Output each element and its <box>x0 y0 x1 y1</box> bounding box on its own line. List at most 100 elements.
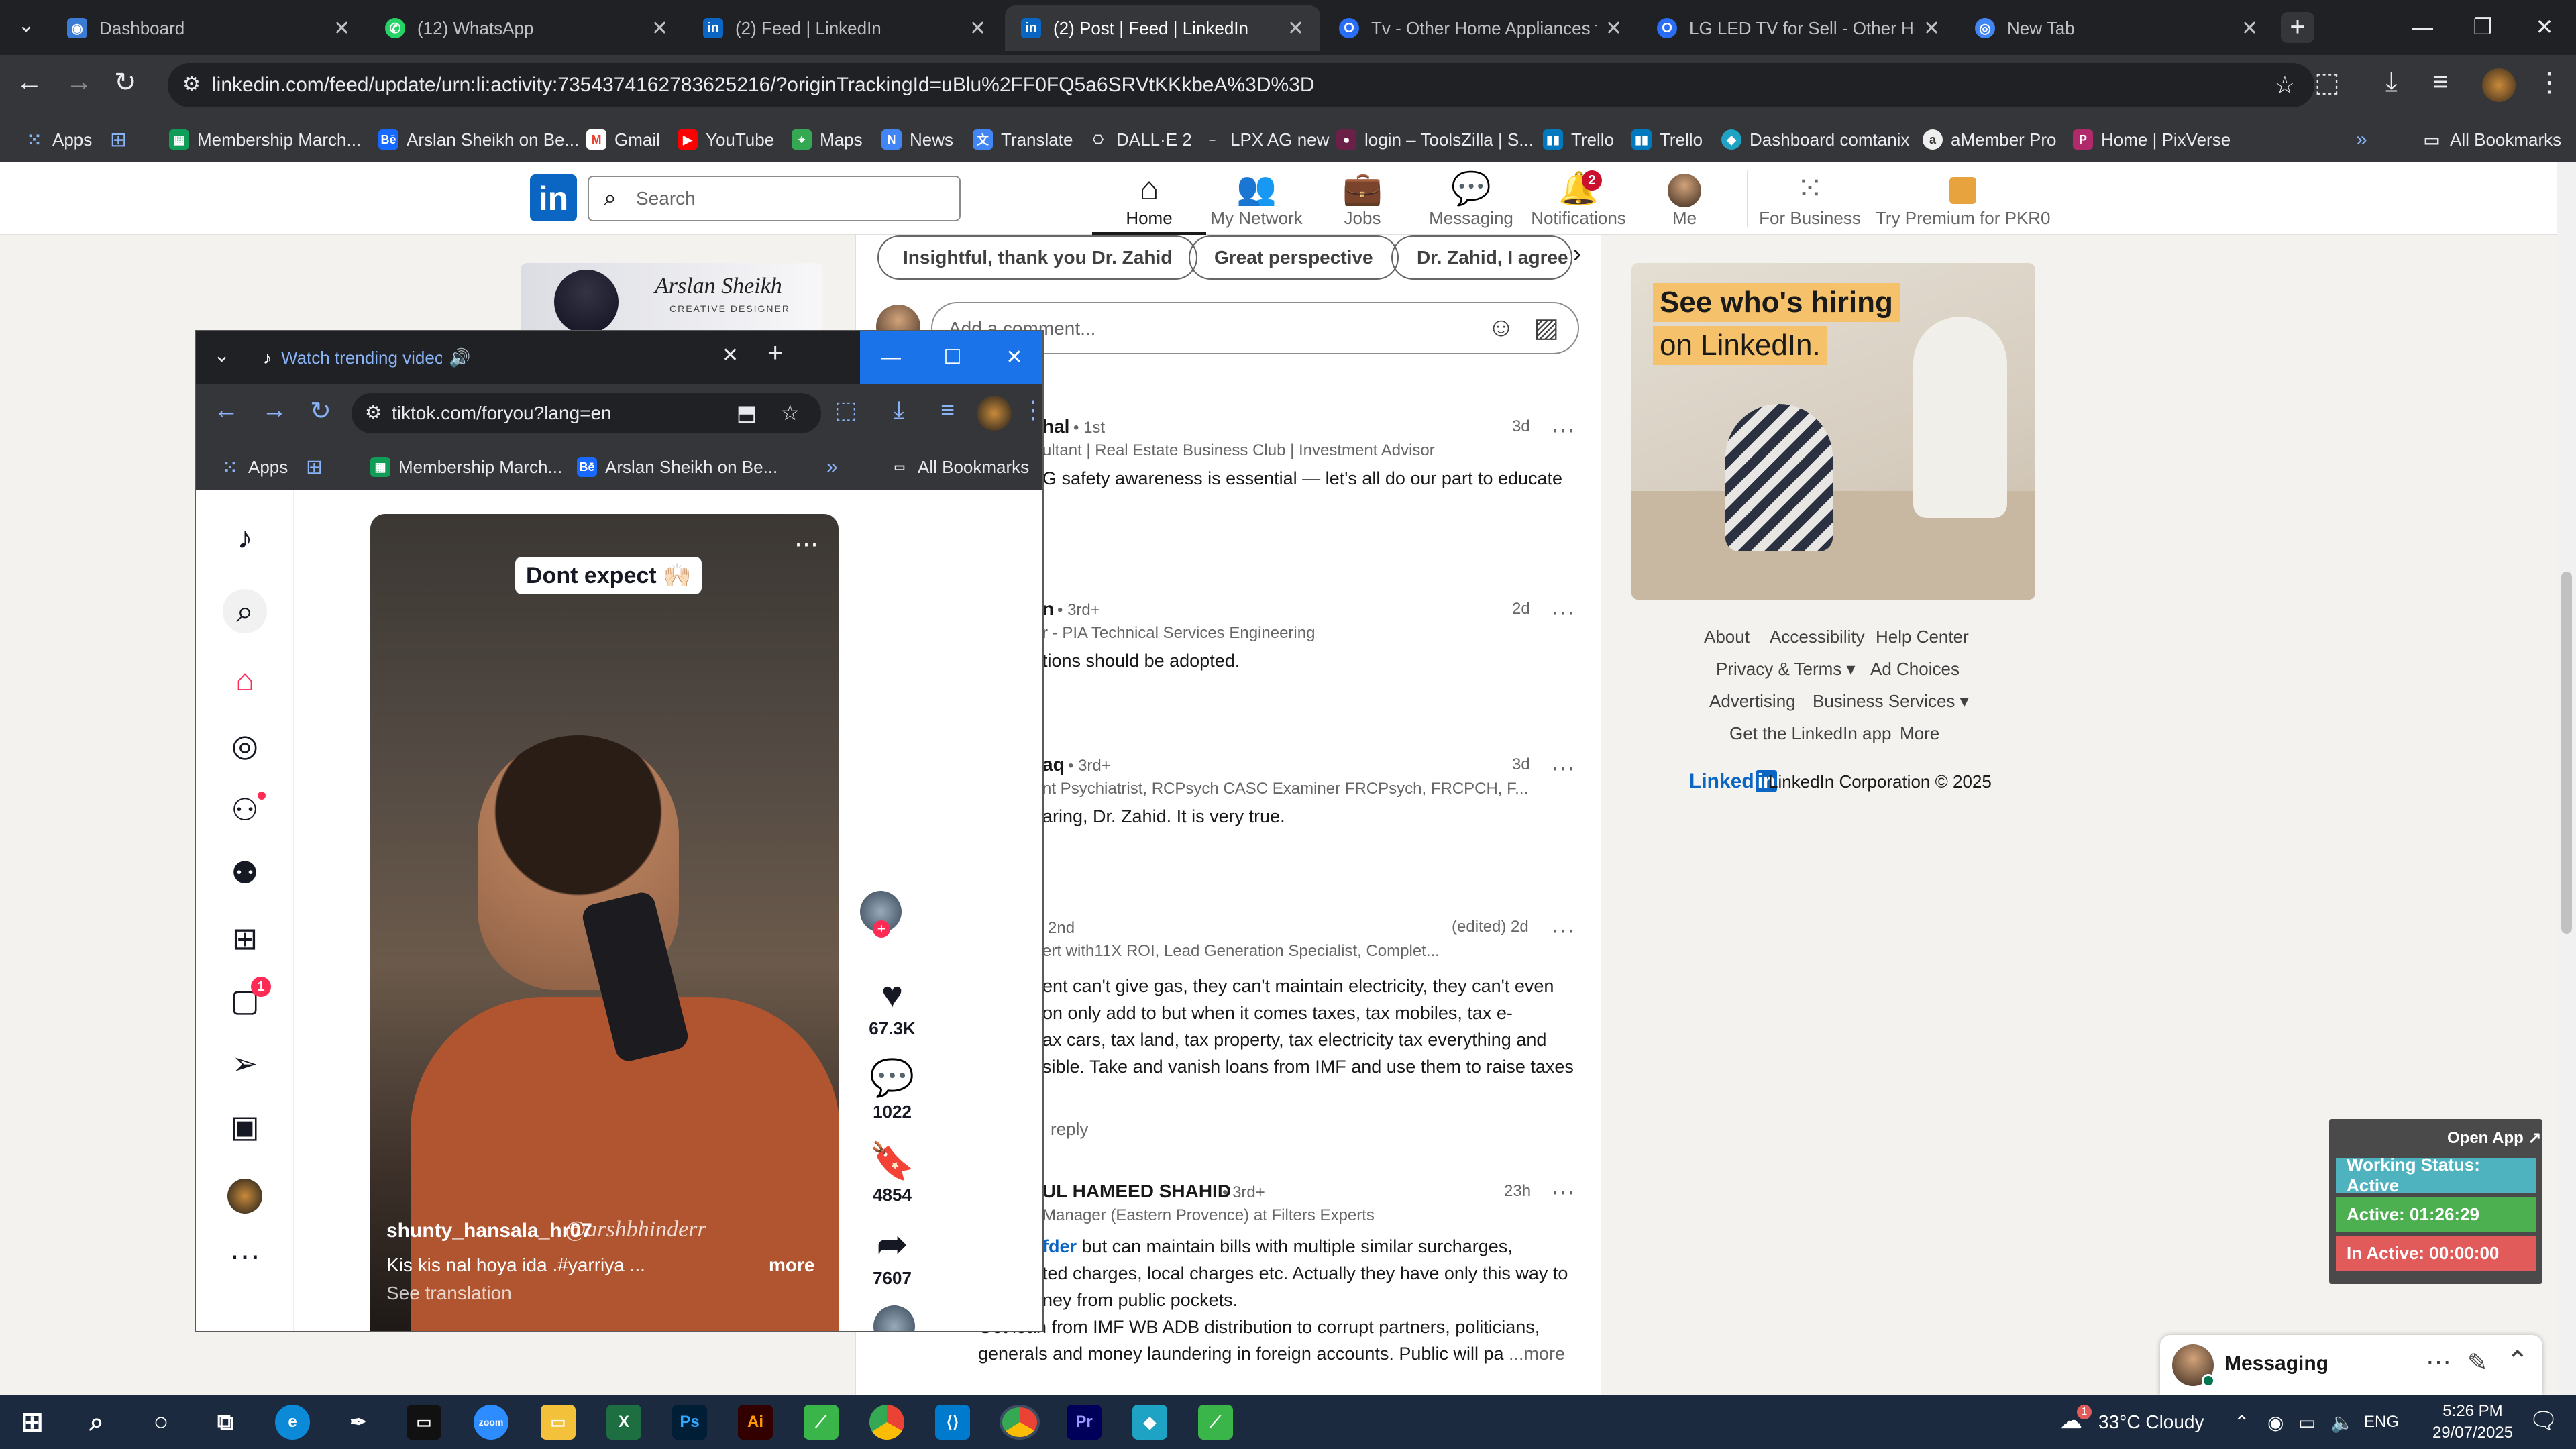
close-icon[interactable]: ✕ <box>2241 17 2258 40</box>
commenter-name[interactable]: UL HAMEED SHAHID <box>1042 1181 1231 1202</box>
nav-try-premium[interactable]: Try Premium for PKR0 <box>1876 170 2051 229</box>
maximize-button[interactable]: ☐ <box>922 331 983 384</box>
footer-link[interactable]: Get the LinkedIn app <box>1729 723 1891 744</box>
more-options-icon[interactable]: ⋯ <box>1551 598 1575 627</box>
bookmark-behance[interactable]: Bē Arslan Sheikh on Be... <box>378 127 579 152</box>
more-options-icon[interactable]: ⋯ <box>1551 416 1575 444</box>
clock[interactable]: 5:26 PM 29/07/2025 <box>2427 1401 2518 1444</box>
bookmark-behance[interactable]: Bē Arslan Sheikh on Be... <box>577 455 777 479</box>
tiktok-window[interactable]: ⌄ ♪ Watch trending videos for y 🔊 ✕ + — … <box>195 330 1044 1332</box>
media-icon[interactable]: ≡ <box>941 396 955 424</box>
linkedin-logo[interactable]: in <box>530 174 577 221</box>
upload-icon[interactable]: ⊞ <box>223 916 267 961</box>
notifications-icon[interactable]: 🗨 <box>2529 1407 2558 1434</box>
photoshop-icon[interactable]: Ps <box>672 1405 707 1440</box>
tray-chevron-icon[interactable]: ⌃ <box>2234 1411 2249 1434</box>
file-explorer-icon[interactable]: ▭ <box>541 1405 576 1440</box>
meet-icon[interactable]: ◉ <box>2267 1411 2284 1434</box>
profile-card[interactable]: Arslan Sheikh CREATIVE DESIGNER <box>521 263 822 337</box>
footer-link[interactable]: About <box>1704 627 1750 647</box>
chevron-down-icon[interactable]: ⌄ <box>213 343 230 367</box>
bookmark-star-icon[interactable]: ☆ <box>2274 71 2296 99</box>
new-tab-button[interactable]: + <box>2281 12 2314 43</box>
back-icon[interactable]: ← <box>16 67 43 97</box>
nav-messaging[interactable]: 💬 Messaging <box>1414 170 1528 229</box>
minimize-button[interactable]: — <box>860 331 922 384</box>
language-indicator[interactable]: ENG <box>2364 1413 2399 1432</box>
audio-icon[interactable]: 🔊 <box>449 347 470 368</box>
mention-link[interactable]: fder <box>1042 1236 1077 1256</box>
all-bookmarks[interactable]: ▭ All Bookmarks <box>2422 127 2561 152</box>
install-icon[interactable]: ⬒ <box>737 400 757 425</box>
weather-text[interactable]: 33°C Cloudy <box>2098 1411 2204 1433</box>
tab-dashboard[interactable]: ◉ Dashboard ✕ <box>51 5 366 51</box>
close-window-button[interactable]: ✕ <box>2513 0 2576 55</box>
scrollbar-thumb[interactable] <box>2561 572 2572 934</box>
search-input[interactable]: ⌕ Search <box>588 176 961 221</box>
greenapp-icon[interactable]: ⟋ <box>1198 1405 1233 1440</box>
suggestion-chip[interactable]: Great perspective <box>1189 235 1399 280</box>
nav-notifications[interactable]: 🔔 Notifications 2 <box>1521 170 1635 229</box>
home-icon[interactable]: ⌂ <box>223 657 267 702</box>
windows-start-icon[interactable]: ⊞ <box>15 1405 50 1440</box>
bookmark-gmail[interactable]: M Gmail <box>586 127 660 152</box>
tab-olx-tv[interactable]: O Tv - Other Home Appliances for ✕ <box>1323 5 1638 51</box>
bookmark-youtube[interactable]: ▶ YouTube <box>678 127 774 152</box>
greenapp-icon[interactable]: ⟋ <box>804 1405 839 1440</box>
vscode-icon[interactable]: ⟨⟩ <box>935 1405 970 1440</box>
footer-link[interactable]: Business Services ▾ <box>1813 691 1969 712</box>
image-icon[interactable]: ▨ <box>1534 313 1559 343</box>
like-button[interactable]: ♥ 67.3K <box>852 971 932 1039</box>
more-options-icon[interactable]: ⋯ <box>2426 1347 2451 1377</box>
bookmark-membership[interactable]: ▦ Membership March... <box>370 455 562 479</box>
profile-avatar[interactable] <box>223 1171 267 1216</box>
pen-icon[interactable]: ✒ <box>341 1405 376 1440</box>
app-icon[interactable]: ◆ <box>1132 1405 1167 1440</box>
minimize-button[interactable]: — <box>2392 0 2453 55</box>
downloads-icon[interactable]: ⤓ <box>894 396 904 425</box>
bookmark-amember[interactable]: a aMember Pro <box>1923 127 2057 152</box>
tiktok-tab[interactable]: ♪ Watch trending videos for y 🔊 <box>254 331 482 384</box>
bookmark-trello-2[interactable]: ▮▮ Trello <box>1631 127 1703 152</box>
bookmarks-overflow-icon[interactable]: » <box>2356 127 2367 152</box>
save-button[interactable]: 🔖 4854 <box>852 1138 932 1205</box>
bookmark-lpx[interactable]: – LPX AG new <box>1202 127 1329 152</box>
address-bar[interactable]: ⚙ linkedin.com/feed/update/urn:li:activi… <box>168 63 2314 107</box>
cortana-icon[interactable]: ○ <box>144 1405 178 1440</box>
bookmark-dalle[interactable]: ⎔ DALL·E 2 <box>1088 127 1192 152</box>
friends-icon[interactable]: ⚉ <box>223 851 267 895</box>
tab-groups-icon[interactable]: ⊞ <box>306 455 323 479</box>
tab-groups-icon[interactable]: ⊞ <box>110 127 127 152</box>
back-icon[interactable]: ← <box>213 396 239 425</box>
close-icon[interactable]: ✕ <box>1287 17 1304 40</box>
nav-for-business[interactable]: ⁙ For Business <box>1748 170 1872 229</box>
reload-icon[interactable]: ↻ <box>310 396 331 426</box>
profile-avatar[interactable] <box>2482 68 2516 102</box>
downloads-icon[interactable]: ⤓ <box>2385 67 2398 97</box>
terminal-icon[interactable]: ▭ <box>407 1405 441 1440</box>
nav-me[interactable]: Me <box>1627 170 1741 229</box>
bookmark-apps[interactable]: ⁙ Apps <box>220 455 288 479</box>
suggestion-chip[interactable]: Insightful, thank you Dr. Zahid <box>877 235 1198 280</box>
all-bookmarks[interactable]: ▭ All Bookmarks <box>890 455 1029 479</box>
site-info-icon[interactable]: ⚙ <box>182 72 201 96</box>
see-more-link[interactable]: ...more <box>1509 1344 1565 1364</box>
messaging-dock[interactable]: Messaging ⋯ ✎ ⌃ <box>2160 1335 2542 1395</box>
explore-icon[interactable]: ◎ <box>223 723 267 767</box>
profile-avatar[interactable] <box>977 396 1012 431</box>
bookmark-translate[interactable]: 文 Translate <box>973 127 1073 152</box>
see-translation-link[interactable]: See translation <box>386 1283 512 1304</box>
restore-button[interactable]: ❐ <box>2453 0 2513 55</box>
follow-plus-icon[interactable]: + <box>873 920 890 938</box>
tiktok-logo-icon[interactable]: ♪ <box>223 515 267 559</box>
site-info-icon[interactable]: ⚙ <box>365 401 382 423</box>
forward-icon[interactable]: → <box>66 67 93 97</box>
commenter-name[interactable]: n <box>1042 598 1054 620</box>
emoji-icon[interactable]: ☺ <box>1487 313 1515 343</box>
page-scrollbar[interactable] <box>2557 162 2576 1395</box>
suggestion-chip[interactable]: Dr. Zahid, I agree <box>1391 235 1572 280</box>
bookmark-pixverse[interactable]: P Home | PixVerse <box>2073 127 2231 152</box>
tab-linkedin-post[interactable]: in (2) Post | Feed | LinkedIn ✕ <box>1005 5 1320 51</box>
bookmark-apps[interactable]: ⁙ Apps <box>24 127 92 152</box>
nav-home[interactable]: ⌂ Home <box>1092 170 1206 235</box>
